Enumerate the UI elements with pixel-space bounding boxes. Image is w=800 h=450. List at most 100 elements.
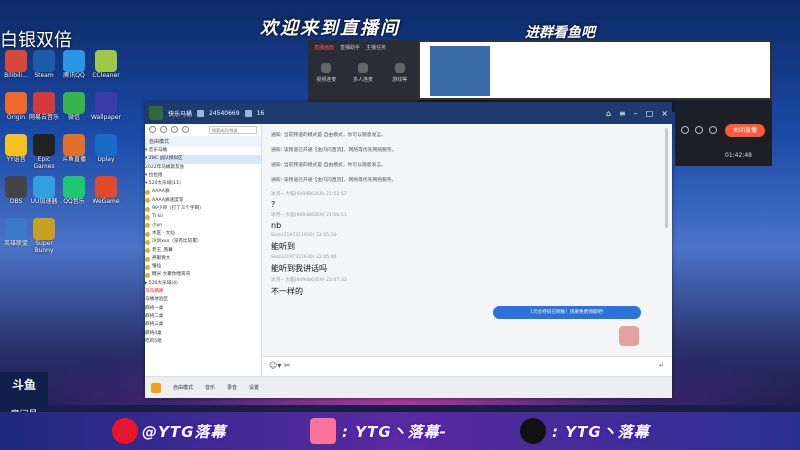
- channel-item[interactable]: 木匠 · 大仙: [145, 230, 261, 238]
- app-icon: [95, 50, 117, 72]
- send-icon[interactable]: ↵: [659, 362, 664, 369]
- record-button[interactable]: 录音: [227, 384, 237, 391]
- channel-item[interactable]: 麻将二桌: [145, 313, 261, 321]
- channel-item[interactable]: 麻将4桌: [145, 330, 261, 338]
- douyin-icon: [520, 418, 546, 444]
- home-icon[interactable]: ⌂: [606, 109, 611, 118]
- desktop-icon-label: CCleaner: [92, 72, 120, 79]
- message-input[interactable]: ☺▾ ✂ ↵: [263, 356, 672, 376]
- app-icon: [63, 134, 85, 156]
- app-icon: [5, 50, 27, 72]
- chat-area: 通知: 当前频道的模式是 自由模式，你可以随意发言。 通知: 该频道已开通【金闪闪…: [263, 124, 672, 356]
- message-body: 能听到我讲话吗: [271, 264, 327, 273]
- channel-item[interactable]: ▾ ZBC 战队模拟区: [145, 155, 261, 164]
- member-search-input[interactable]: [209, 126, 257, 134]
- stop-live-button[interactable]: 关闭直播: [725, 124, 765, 137]
- channel-item[interactable]: 马桶体验区: [145, 296, 261, 304]
- channel-item[interactable]: 小yn: [145, 222, 261, 230]
- message-header: 冰河~ 大脑(949486359) 21:56:51: [271, 213, 347, 218]
- channel-item[interactable]: ▾ 520大乐域(11): [145, 180, 261, 188]
- channel-item[interactable]: 吃鸡5组: [145, 338, 261, 346]
- chat-scrollbar[interactable]: [665, 128, 668, 228]
- desktop-icon[interactable]: 微信: [58, 92, 90, 128]
- channel-item-label: ▾ 音乐马桶: [145, 148, 168, 153]
- notice-bubble[interactable]: 1元仓券码已到账！快来免费领取吧!: [493, 306, 641, 319]
- channel-item-label: 麻将二桌: [145, 313, 164, 319]
- desktop-icon[interactable]: Epic Games: [28, 134, 60, 170]
- gear-icon[interactable]: [182, 126, 189, 133]
- live-timer: 01:42:48: [725, 152, 752, 159]
- settings-icon[interactable]: [681, 126, 689, 134]
- desktop-icon[interactable]: 网易云音乐: [28, 92, 60, 128]
- mode-button[interactable]: 自由模式: [173, 384, 193, 391]
- channel-item[interactable]: 马马路路: [145, 288, 261, 296]
- channel-item[interactable]: 糖米 大聚你喂哥哥: [145, 271, 261, 279]
- desktop-icon[interactable]: 斗鱼直播: [58, 134, 90, 170]
- settings-button[interactable]: 设置: [249, 384, 259, 391]
- channel-item[interactable]: TI kil: [145, 213, 261, 221]
- channel-item[interactable]: 养眼要大: [145, 255, 261, 263]
- desktop-icon[interactable]: Steam: [28, 50, 60, 86]
- home-small-icon[interactable]: [149, 126, 156, 133]
- user-badge-icon: [145, 215, 150, 221]
- channel-item-label: 老王_落幕: [152, 247, 173, 253]
- channel-item[interactable]: 麻将一桌: [145, 305, 261, 313]
- channel-item-label: 懂仙: [152, 264, 162, 270]
- desktop-icon[interactable]: UU加速器: [28, 176, 60, 212]
- star-icon[interactable]: [160, 126, 167, 133]
- window-titlebar: 快乐马桶 24540669 16 ⌂ ≡ – □ ×: [145, 102, 672, 124]
- desktop-icon[interactable]: Uplay: [90, 134, 122, 170]
- channel-item[interactable]: 麻将三桌: [145, 321, 261, 329]
- desktop-icon[interactable]: CCleaner: [90, 50, 122, 86]
- user-badge-icon: [145, 273, 150, 279]
- emoji-icon[interactable]: ☺▾ ✂: [269, 361, 291, 370]
- desktop-icon-label: 微信: [67, 114, 80, 121]
- multi-link-button[interactable]: 多人连麦: [352, 63, 374, 83]
- desktop-icon[interactable]: WeGame: [90, 176, 122, 212]
- channel-item[interactable]: 99小哥（打了三个字啊）: [145, 205, 261, 213]
- desktop-icon[interactable]: QQ音乐: [58, 176, 90, 212]
- user-badge-icon: [145, 198, 150, 204]
- channel-item[interactable]: 老王_落幕: [145, 247, 261, 255]
- app-icon: [95, 134, 117, 156]
- channel-item[interactable]: 懂仙: [145, 263, 261, 271]
- app-icon: [33, 92, 55, 114]
- camera-icon[interactable]: [709, 126, 717, 134]
- close-icon[interactable]: ×: [661, 109, 668, 118]
- overlay-welcome-title: 欢迎来到直播间: [260, 18, 400, 39]
- menu-icon[interactable]: ≡: [619, 109, 626, 118]
- tab-live-screen[interactable]: 直播画面: [314, 44, 334, 51]
- channel-item[interactable]: 冷剑xxx（没有比较累）: [145, 238, 261, 246]
- app-icon: [33, 134, 55, 156]
- message-header: 冰河~ 大脑(949486359) 21:52:57: [271, 192, 347, 197]
- minimize-icon[interactable]: –: [634, 109, 638, 118]
- channel-item[interactable]: 2022年马桶歌友会: [145, 164, 261, 172]
- desktop-icon[interactable]: Super Bunny Man: [28, 218, 60, 254]
- channel-item-label: 吃鸡5组: [145, 338, 162, 344]
- mic-icon[interactable]: [695, 126, 703, 134]
- maximize-icon[interactable]: □: [646, 109, 654, 118]
- channel-item[interactable]: ▸ 520大乐域(4): [145, 280, 261, 288]
- channel-tree: ▾ 音乐马桶 ▾ ZBC 战队模拟区 2022年马桶歌友会 ▾ 拉拉组 ▾ 520大乐域…: [145, 147, 261, 346]
- app-icon: [5, 176, 27, 198]
- desktop-icon[interactable]: 腾讯QQ: [58, 50, 90, 86]
- self-avatar: [619, 326, 639, 346]
- tab-live-helper[interactable]: 直播助手: [340, 44, 360, 51]
- pin-icon[interactable]: [171, 126, 178, 133]
- people-icon: [357, 63, 368, 73]
- video-link-button[interactable]: 视频连麦: [315, 63, 337, 83]
- stream-tool-panel: 直播画面 直播助手 主播任务 视频连麦 多人连麦 游戏等: [308, 40, 418, 102]
- music-button[interactable]: 音乐: [205, 384, 215, 391]
- desktop-icon[interactable]: Wallpaper: [90, 92, 122, 128]
- channel-item[interactable]: ▾ 拉拉组: [145, 172, 261, 180]
- channel-item[interactable]: AAAA廊: [145, 188, 261, 196]
- channel-item-label: AAAA廊速度等: [152, 197, 184, 203]
- user-badge-icon: [145, 256, 150, 262]
- video-icon: [321, 63, 332, 73]
- weibo-handle: @YTG落幕: [142, 423, 227, 441]
- bottom-toolbar: 自由模式 音乐 录音 设置: [145, 376, 672, 398]
- game-button[interactable]: 游戏等: [389, 63, 411, 83]
- channel-item[interactable]: AAAA廊速度等: [145, 197, 261, 205]
- tab-host-task[interactable]: 主播任务: [366, 44, 386, 51]
- channel-item[interactable]: ▾ 音乐马桶: [145, 147, 261, 155]
